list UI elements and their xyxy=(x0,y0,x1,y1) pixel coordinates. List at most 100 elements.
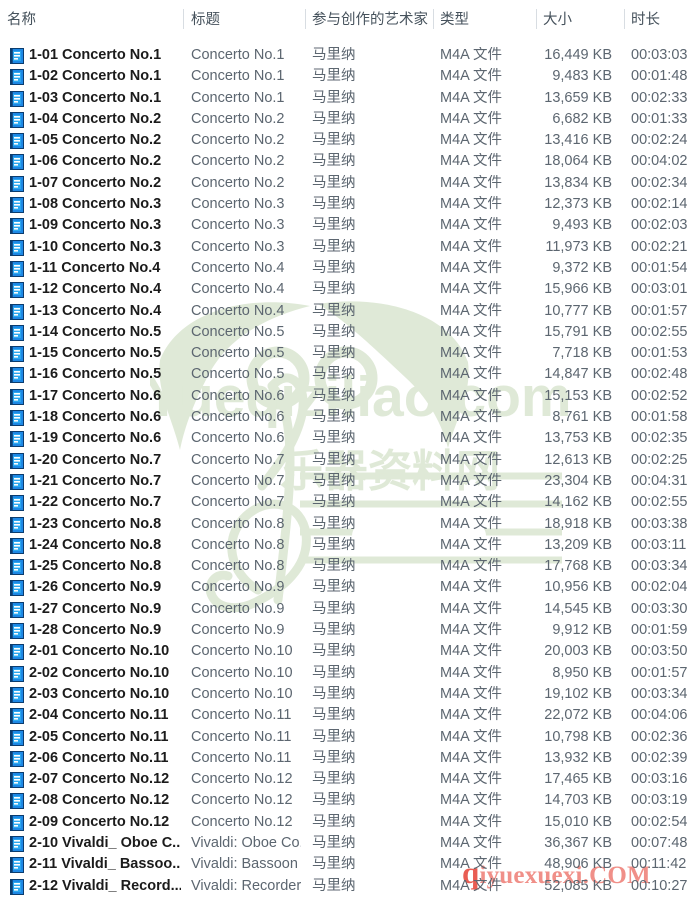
cell-title: Concerto No.7 xyxy=(191,494,285,511)
table-row[interactable]: 1-12 Concerto No.4 Concerto No.4 马里纳 M4A 文件… xyxy=(0,279,700,300)
table-row[interactable]: 1-15 Concerto No.5 Concerto No.5 马里纳 M4A 文件… xyxy=(0,343,700,364)
table-row[interactable]: 1-19 Concerto No.6 Concerto No.6 马里纳 M4A 文件… xyxy=(0,428,700,449)
cell-file-name: 1-28 Concerto No.9 xyxy=(29,622,162,639)
cell-duration: 00:02:33 xyxy=(631,89,688,106)
cell-title: Concerto No.10 xyxy=(191,643,293,660)
table-row[interactable]: 2-08 Concerto No.12 Concerto No.12 马里纳 M4A … xyxy=(0,790,700,811)
column-divider-length[interactable] xyxy=(624,9,625,29)
cell-contributing-artist: 马里纳 xyxy=(312,856,356,873)
cell-file-size: 10,956 KB xyxy=(544,579,612,596)
table-row[interactable]: 1-02 Concerto No.1 Concerto No.1 马里纳 M4A 文件… xyxy=(0,66,700,87)
cell-title: Concerto No.10 xyxy=(191,685,293,702)
cell-contributing-artist: 马里纳 xyxy=(312,558,356,575)
table-row[interactable]: 2-03 Concerto No.10 Concerto No.10 马里纳 M4A … xyxy=(0,684,700,705)
table-row[interactable]: 1-18 Concerto No.6 Concerto No.6 马里纳 M4A 文件… xyxy=(0,407,700,428)
cell-file-size: 8,950 KB xyxy=(552,664,612,681)
column-header-type[interactable]: 类型 xyxy=(440,11,469,29)
cell-duration: 00:02:34 xyxy=(631,174,688,191)
cell-contributing-artist: 马里纳 xyxy=(312,707,356,724)
cell-contributing-artist: 马里纳 xyxy=(312,749,356,766)
column-header-bar[interactable]: 名称 标题 参与创作的艺术家 类型 大小 时长 xyxy=(0,0,700,36)
cell-duration: 00:02:48 xyxy=(631,366,688,383)
cell-contributing-artist: 马里纳 xyxy=(312,345,356,362)
table-row[interactable]: 1-23 Concerto No.8 Concerto No.8 马里纳 M4A 文件… xyxy=(0,514,700,535)
cell-file-size: 14,162 KB xyxy=(544,494,612,511)
column-divider-type[interactable] xyxy=(433,9,434,29)
media-file-icon xyxy=(10,410,24,427)
table-row[interactable]: 1-16 Concerto No.5 Concerto No.5 马里纳 M4A 文件… xyxy=(0,364,700,385)
cell-contributing-artist: 马里纳 xyxy=(312,771,356,788)
cell-title: Concerto No.3 xyxy=(191,238,285,255)
table-row[interactable]: 2-06 Concerto No.11 Concerto No.11 马里纳 M4A … xyxy=(0,748,700,769)
table-row[interactable]: 2-04 Concerto No.11 Concerto No.11 马里纳 M4A … xyxy=(0,705,700,726)
cell-file-size: 36,367 KB xyxy=(544,834,612,851)
cell-contributing-artist: 马里纳 xyxy=(312,47,356,63)
table-row[interactable]: 1-24 Concerto No.8 Concerto No.8 马里纳 M4A 文件… xyxy=(0,535,700,556)
column-divider-title[interactable] xyxy=(183,9,184,29)
table-row[interactable]: 1-06 Concerto No.2 Concerto No.2 马里纳 M4A 文件… xyxy=(0,151,700,172)
column-header-title[interactable]: 标题 xyxy=(191,11,220,29)
media-file-icon xyxy=(10,48,24,64)
table-row[interactable]: 1-26 Concerto No.9 Concerto No.9 马里纳 M4A 文件… xyxy=(0,577,700,598)
table-row[interactable]: 1-11 Concerto No.4 Concerto No.4 马里纳 M4A 文件… xyxy=(0,258,700,279)
table-row[interactable]: 1-20 Concerto No.7 Concerto No.7 马里纳 M4A 文件… xyxy=(0,450,700,471)
table-row[interactable]: 1-21 Concerto No.7 Concerto No.7 马里纳 M4A 文件… xyxy=(0,471,700,492)
cell-file-size: 9,372 KB xyxy=(552,259,612,276)
cell-duration: 00:02:14 xyxy=(631,196,688,213)
table-row[interactable]: 1-09 Concerto No.3 Concerto No.3 马里纳 M4A 文件… xyxy=(0,215,700,236)
table-row[interactable]: 1-27 Concerto No.9 Concerto No.9 马里纳 M4A 文件… xyxy=(0,599,700,620)
table-row[interactable]: 1-14 Concerto No.5 Concerto No.5 马里纳 M4A 文件… xyxy=(0,322,700,343)
cell-file-name: 2-09 Concerto No.12 xyxy=(29,813,170,830)
cell-title: Concerto No.9 xyxy=(191,579,285,596)
table-row[interactable]: 1-03 Concerto No.1 Concerto No.1 马里纳 M4A 文件… xyxy=(0,88,700,109)
cell-duration: 00:02:03 xyxy=(631,217,688,234)
cell-file-name: 1-23 Concerto No.8 xyxy=(29,515,162,532)
column-divider-size[interactable] xyxy=(536,9,537,29)
cell-file-size: 13,209 KB xyxy=(544,536,612,553)
cell-file-size: 10,777 KB xyxy=(544,302,612,319)
media-file-icon xyxy=(10,431,24,448)
column-header-name[interactable]: 名称 xyxy=(7,11,36,29)
table-row[interactable]: 1-01 Concerto No.1 Concerto No.1 马里纳 M4A 文件… xyxy=(0,45,700,66)
cell-duration: 00:03:03 xyxy=(631,47,688,63)
table-row[interactable]: 2-07 Concerto No.12 Concerto No.12 马里纳 M4A … xyxy=(0,769,700,790)
cell-file-size: 10,798 KB xyxy=(544,728,612,745)
column-header-length[interactable]: 时长 xyxy=(631,11,660,29)
column-header-size[interactable]: 大小 xyxy=(543,11,572,29)
cell-file-size: 12,613 KB xyxy=(544,451,612,468)
media-file-icon xyxy=(10,559,24,576)
table-row[interactable]: 1-17 Concerto No.6 Concerto No.6 马里纳 M4A 文件… xyxy=(0,386,700,407)
table-row[interactable]: 2-12 Vivaldi_ Record... Vivaldi: Recorder… xyxy=(0,876,700,897)
cell-contributing-artist: 马里纳 xyxy=(312,366,356,383)
table-row[interactable]: 1-28 Concerto No.9 Concerto No.9 马里纳 M4A 文件… xyxy=(0,620,700,641)
table-row[interactable]: 1-25 Concerto No.8 Concerto No.8 马里纳 M4A 文件… xyxy=(0,556,700,577)
table-row[interactable]: 1-22 Concerto No.7 Concerto No.7 马里纳 M4A 文件… xyxy=(0,492,700,513)
cell-title: Concerto No.4 xyxy=(191,302,285,319)
cell-file-name: 1-25 Concerto No.8 xyxy=(29,558,162,575)
column-header-artist[interactable]: 参与创作的艺术家 xyxy=(312,11,428,29)
cell-duration: 00:02:25 xyxy=(631,451,688,468)
table-row[interactable]: 2-01 Concerto No.10 Concerto No.10 马里纳 M4A … xyxy=(0,641,700,662)
media-file-icon xyxy=(10,537,24,554)
table-row[interactable]: 2-10 Vivaldi_ Oboe C... Vivaldi: Oboe Co.… xyxy=(0,833,700,854)
table-row[interactable]: 1-10 Concerto No.3 Concerto No.3 马里纳 M4A 文件… xyxy=(0,237,700,258)
table-row[interactable]: 1-08 Concerto No.3 Concerto No.3 马里纳 M4A 文件… xyxy=(0,194,700,215)
cell-title: Concerto No.4 xyxy=(191,281,285,298)
table-row[interactable]: 2-11 Vivaldi_ Bassoo... Vivaldi: Bassoon … xyxy=(0,854,700,875)
cell-file-name: 1-19 Concerto No.6 xyxy=(29,430,162,447)
table-row[interactable]: 1-13 Concerto No.4 Concerto No.4 马里纳 M4A 文件… xyxy=(0,301,700,322)
column-divider-artist[interactable] xyxy=(305,9,306,29)
table-row[interactable]: 2-02 Concerto No.10 Concerto No.10 马里纳 M4A … xyxy=(0,663,700,684)
table-row[interactable]: 2-09 Concerto No.12 Concerto No.12 马里纳 M4A … xyxy=(0,812,700,833)
cell-duration: 00:10:27 xyxy=(631,877,688,894)
table-row[interactable]: 2-05 Concerto No.11 Concerto No.11 马里纳 M4A … xyxy=(0,727,700,748)
cell-title: Concerto No.7 xyxy=(191,451,285,468)
cell-contributing-artist: 马里纳 xyxy=(312,409,356,426)
cell-duration: 00:01:58 xyxy=(631,409,688,426)
media-file-icon xyxy=(10,750,24,767)
table-row[interactable]: 1-05 Concerto No.2 Concerto No.2 马里纳 M4A 文件… xyxy=(0,130,700,151)
table-row[interactable]: 1-04 Concerto No.2 Concerto No.2 马里纳 M4A 文件… xyxy=(0,109,700,130)
table-row[interactable]: 1-07 Concerto No.2 Concerto No.2 马里纳 M4A 文件… xyxy=(0,173,700,194)
cell-file-size: 8,761 KB xyxy=(552,409,612,426)
cell-file-name: 2-01 Concerto No.10 xyxy=(29,643,170,660)
